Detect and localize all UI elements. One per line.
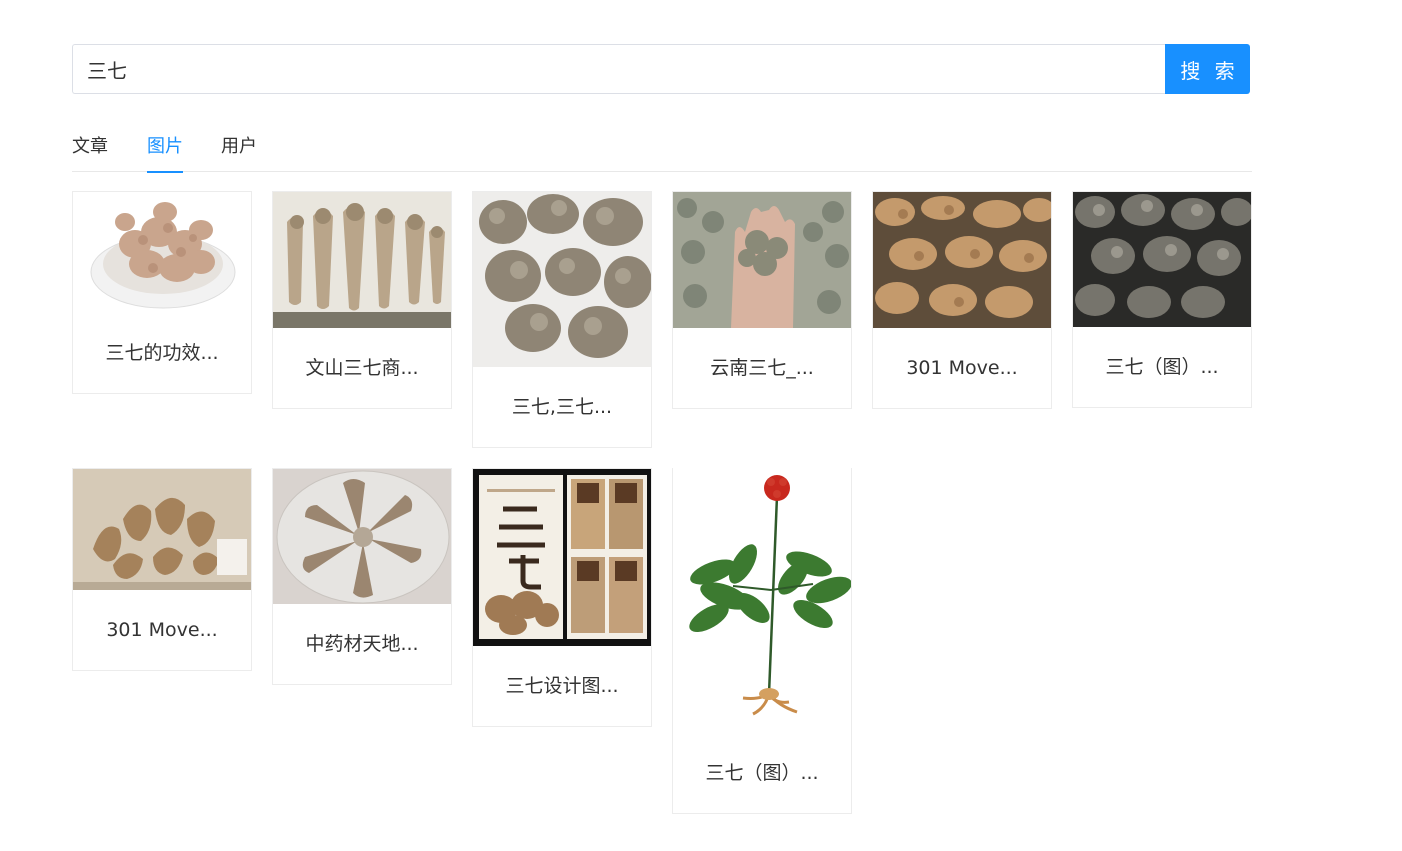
tab-users[interactable]: 用户 xyxy=(221,132,257,171)
result-thumbnail xyxy=(473,469,651,646)
result-thumbnail xyxy=(673,468,851,733)
image-result-card[interactable]: 三七设计图... xyxy=(472,468,652,727)
roots-star-on-plate-image xyxy=(273,469,451,604)
result-caption: 文山三七商... xyxy=(305,357,419,379)
search-input[interactable] xyxy=(72,44,1165,94)
tab-images[interactable]: 图片 xyxy=(147,132,183,173)
result-thumbnail xyxy=(273,469,451,604)
result-thumbnail xyxy=(73,192,251,313)
result-thumbnail xyxy=(473,192,651,367)
search-button[interactable]: 搜 索 xyxy=(1165,44,1250,94)
image-result-card[interactable]: 三七的功效... xyxy=(72,191,252,394)
result-caption: 301 Move... xyxy=(906,357,1018,379)
result-thumbnail xyxy=(1073,192,1251,327)
roots-in-bowl-image xyxy=(90,202,236,309)
roots-in-hand-image xyxy=(673,192,851,328)
poster-design-image xyxy=(473,469,651,646)
image-result-card[interactable]: 301 Move... xyxy=(72,468,252,671)
image-result-card[interactable]: 三七（图）... xyxy=(1072,191,1252,408)
result-thumbnail xyxy=(273,192,451,328)
result-caption: 三七,三七... xyxy=(511,396,613,418)
image-result-card[interactable]: 中药材天地... xyxy=(272,468,452,685)
roots-on-tray-image xyxy=(273,192,451,328)
result-caption: 301 Move... xyxy=(106,619,218,641)
result-caption: 三七设计图... xyxy=(505,675,619,697)
image-result-card[interactable]: 云南三七_... xyxy=(672,191,852,409)
result-caption: 云南三七_... xyxy=(710,357,814,379)
result-type-tabs: 文章 图片 用户 xyxy=(72,124,1252,173)
image-result-card[interactable]: 三七（图）... xyxy=(672,468,852,814)
roots-heap-image xyxy=(873,192,1051,328)
image-result-card[interactable]: 三七,三七... xyxy=(472,191,652,448)
roots-on-table-image xyxy=(73,469,251,590)
image-result-card[interactable]: 301 Move... xyxy=(872,191,1052,409)
result-caption: 中药材天地... xyxy=(305,633,419,655)
dark-roots-heap-image xyxy=(1073,192,1251,327)
result-caption: 三七（图）... xyxy=(1105,356,1219,378)
result-thumbnail xyxy=(873,192,1051,328)
sanqi-plant-image xyxy=(673,468,851,733)
result-caption: 三七（图）... xyxy=(705,762,819,784)
search-bar: 搜 索 xyxy=(72,44,1250,94)
result-thumbnail xyxy=(673,192,851,328)
result-caption: 三七的功效... xyxy=(105,342,219,364)
tab-articles[interactable]: 文章 xyxy=(72,132,108,171)
image-result-card[interactable]: 文山三七商... xyxy=(272,191,452,409)
result-thumbnail xyxy=(73,469,251,590)
roots-pile-image xyxy=(473,192,651,367)
